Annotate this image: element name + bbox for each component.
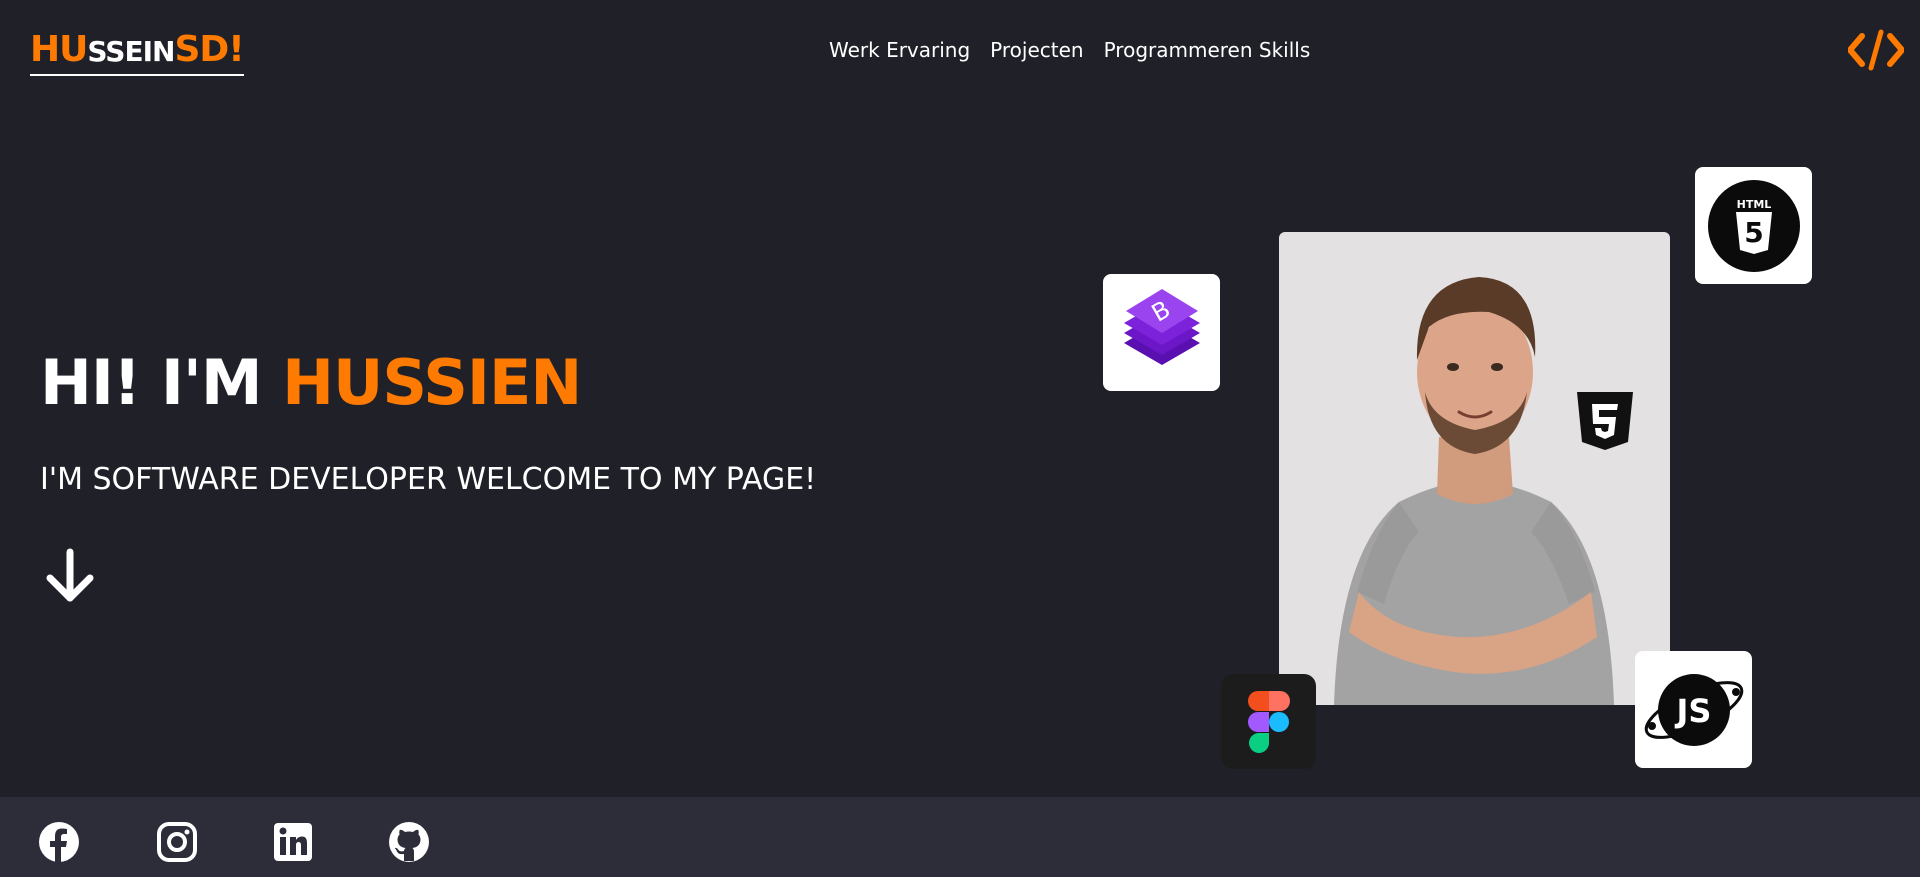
arrow-down-icon[interactable] [44, 548, 96, 604]
css3-icon [1577, 392, 1633, 450]
nav-programmeren-skills[interactable]: Programmeren Skills [1104, 38, 1311, 62]
logo-part-3: SD! [174, 29, 244, 70]
bootstrap-card: B [1103, 274, 1220, 391]
site-logo[interactable]: HUSSEINSD! [30, 29, 245, 76]
hero-subtitle: I'M SOFTWARE DEVELOPER WELCOME TO MY PAG… [40, 462, 817, 497]
site-header: HUSSEINSD! Werk Ervaring Projecten Progr… [0, 0, 1920, 100]
hero-title: HI! I'M HUSSIEN [40, 345, 582, 421]
logo-part-1: HU [30, 29, 88, 70]
js-badge-label: JS [1674, 692, 1711, 730]
javascript-card: JS [1635, 651, 1752, 768]
site-footer [0, 797, 1920, 877]
figma-icon [1247, 690, 1290, 753]
code-icon[interactable] [1848, 28, 1904, 72]
javascript-icon: JS [1644, 673, 1743, 746]
html5-card: HTML 5 [1695, 167, 1812, 284]
instagram-icon[interactable] [156, 821, 198, 863]
main-nav: Werk Ervaring Projecten Programmeren Ski… [829, 38, 1310, 62]
nav-projecten[interactable]: Projecten [990, 38, 1083, 62]
github-icon[interactable] [388, 821, 430, 863]
html5-icon: HTML 5 [1707, 179, 1800, 272]
html-badge-number: 5 [1744, 216, 1763, 249]
logo-part-2: SSEIN [87, 35, 175, 68]
hero-title-name: HUSSIEN [282, 346, 582, 419]
person-illustration [1334, 277, 1614, 705]
profile-photo [1279, 232, 1670, 705]
nav-werk-ervaring[interactable]: Werk Ervaring [829, 38, 970, 62]
hero-title-prefix: HI! I'M [40, 346, 283, 419]
html-badge-label: HTML [1736, 198, 1771, 211]
bootstrap-icon: B [1123, 288, 1200, 365]
figma-card [1221, 674, 1316, 769]
linkedin-icon[interactable] [272, 821, 314, 863]
facebook-icon[interactable] [38, 821, 80, 863]
